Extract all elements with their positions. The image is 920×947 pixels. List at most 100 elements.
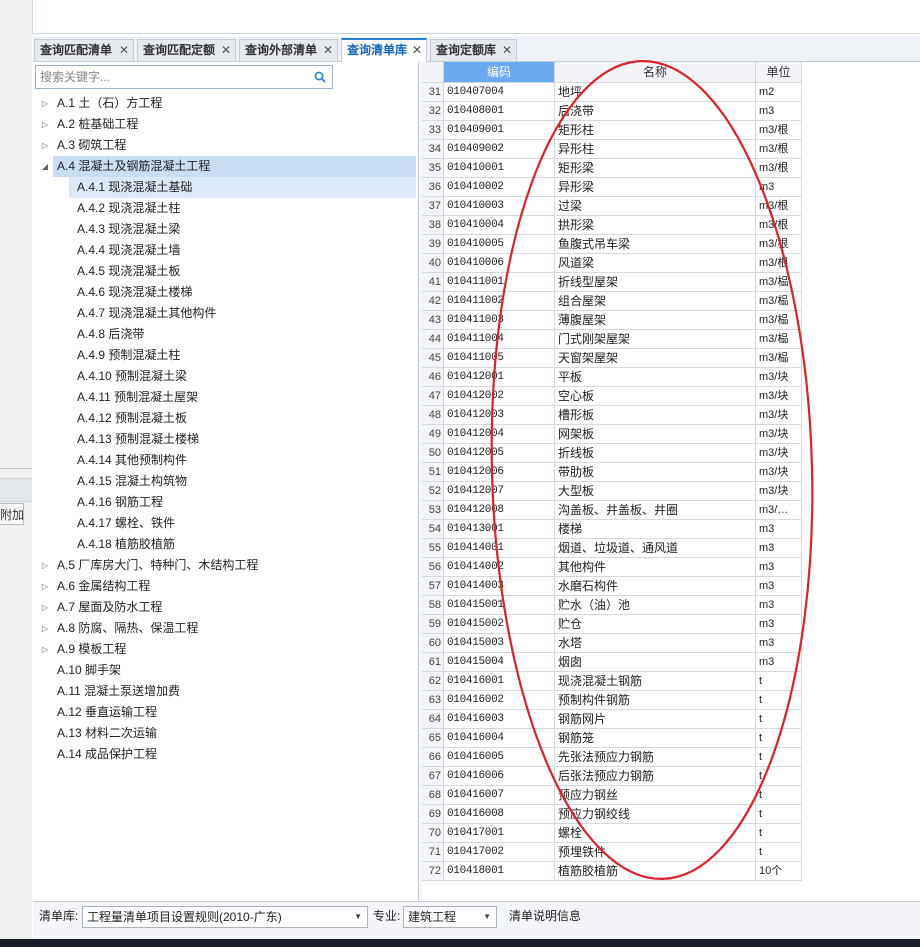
tree-item[interactable]: A.4.17 螺栓、铁件 <box>69 513 416 534</box>
close-icon[interactable]: ✕ <box>502 40 512 61</box>
tree-item[interactable]: ▷ A.3 砌筑工程 <box>42 135 416 156</box>
tree-item[interactable]: A.4.11 预制混凝土屋架 <box>69 387 416 408</box>
tree-item[interactable]: A.12 垂直运输工程 <box>53 702 416 723</box>
search-icon[interactable] <box>314 71 326 83</box>
tree-item[interactable]: A.4.18 植筋胶植筋 <box>69 534 416 555</box>
tree-item[interactable]: ▷ A.6 金属结构工程 <box>42 576 416 597</box>
tree-item[interactable]: A.4.13 预制混凝土楼梯 <box>69 429 416 450</box>
tree-item[interactable]: A.10 脚手架 <box>53 660 416 681</box>
code-column-header[interactable]: 编码 <box>444 62 555 83</box>
table-row[interactable]: 39 010410005 鱼腹式吊车梁 m3/根 <box>422 235 802 254</box>
table-row[interactable]: 52 010412007 大型板 m3/块 <box>422 482 802 501</box>
tree-item[interactable]: A.13 材料二次运输 <box>53 723 416 744</box>
table-row[interactable]: 56 010414002 其他构件 m3 <box>422 558 802 577</box>
table-row[interactable]: 59 010415002 贮仓 m3 <box>422 615 802 634</box>
expand-caret-icon[interactable]: ▷ <box>39 555 51 576</box>
table-row[interactable]: 60 010415003 水塔 m3 <box>422 634 802 653</box>
tree-item[interactable]: A.4.7 现浇混凝土其他构件 <box>69 303 416 324</box>
table-row[interactable]: 67 010416006 后张法预应力钢筋 t <box>422 767 802 786</box>
tree-item[interactable]: ▷ A.7 屋面及防水工程 <box>42 597 416 618</box>
table-row[interactable]: 38 010410004 拱形梁 m3/根 <box>422 216 802 235</box>
table-row[interactable]: 55 010414001 烟道、垃圾道、通风道 m3 <box>422 539 802 558</box>
table-row[interactable]: 64 010416003 钢筋网片 t <box>422 710 802 729</box>
close-icon[interactable]: ✕ <box>221 40 231 61</box>
collapse-caret-icon[interactable]: ◢ <box>39 156 51 177</box>
name-column-header[interactable]: 名称 <box>555 62 756 83</box>
expand-caret-icon[interactable]: ▷ <box>39 135 51 156</box>
table-row[interactable]: 33 010409001 矩形柱 m3/根 <box>422 121 802 140</box>
close-icon[interactable]: ✕ <box>323 40 333 61</box>
expand-caret-icon[interactable]: ▷ <box>39 639 51 660</box>
tree-item[interactable]: ▷ A.8 防腐、隔热、保温工程 <box>42 618 416 639</box>
table-row[interactable]: 41 010411001 折线型屋架 m3/榀 <box>422 273 802 292</box>
expand-caret-icon[interactable]: ▷ <box>39 576 51 597</box>
specialty-select[interactable]: 建筑工程 ▼ <box>403 906 497 928</box>
search-input[interactable]: 搜索关键字... <box>40 66 110 88</box>
tree-item[interactable]: A.4.14 其他预制构件 <box>69 450 416 471</box>
table-row[interactable]: 65 010416004 钢筋笼 t <box>422 729 802 748</box>
table-row[interactable]: 54 010413001 楼梯 m3 <box>422 520 802 539</box>
table-row[interactable]: 42 010411002 组合屋架 m3/榀 <box>422 292 802 311</box>
unit-column-header[interactable]: 单位 <box>756 62 802 83</box>
tree-item[interactable]: A.14 成品保护工程 <box>53 744 416 765</box>
tree-item[interactable]: A.4.2 现浇混凝土柱 <box>69 198 416 219</box>
tree-item[interactable]: A.11 混凝土泵送增加费 <box>53 681 416 702</box>
table-row[interactable]: 57 010414003 水磨石构件 m3 <box>422 577 802 596</box>
close-icon[interactable]: ✕ <box>119 40 129 61</box>
table-row[interactable]: 70 010417001 螺栓 t <box>422 824 802 843</box>
expand-caret-icon[interactable]: ▷ <box>39 618 51 639</box>
tab-external-list[interactable]: 查询外部清单 ✕ <box>239 39 338 61</box>
tree-item[interactable]: A.4.9 预制混凝土柱 <box>69 345 416 366</box>
table-row[interactable]: 48 010412003 槽形板 m3/块 <box>422 406 802 425</box>
table-row[interactable]: 40 010410006 风道梁 m3/根 <box>422 254 802 273</box>
search-box[interactable]: 搜索关键字... <box>35 65 333 89</box>
tree-item[interactable]: A.4.10 预制混凝土梁 <box>69 366 416 387</box>
tab-quota-library[interactable]: 查询定额库 ✕ <box>430 39 517 61</box>
tree-item[interactable]: A.4.8 后浇带 <box>69 324 416 345</box>
tree-item[interactable]: ▷ A.2 桩基础工程 <box>42 114 416 135</box>
list-description-link[interactable]: 清单说明信息 <box>509 902 581 930</box>
table-row[interactable]: 58 010415001 贮水（油）池 m3 <box>422 596 802 615</box>
table-row[interactable]: 47 010412002 空心板 m3/块 <box>422 387 802 406</box>
tree-item[interactable]: A.4.3 现浇混凝土梁 <box>69 219 416 240</box>
table-row[interactable]: 69 010416008 预应力钢绞线 t <box>422 805 802 824</box>
chevron-down-icon[interactable]: ▼ <box>354 907 362 927</box>
table-row[interactable]: 36 010410002 异形梁 m3 <box>422 178 802 197</box>
tree-item[interactable]: ▷ A.5 厂库房大门、特种门、木结构工程 <box>42 555 416 576</box>
table-row[interactable]: 31 010407004 地坪 m2 <box>422 83 802 102</box>
table-row[interactable]: 63 010416002 预制构件钢筋 t <box>422 691 802 710</box>
tree-item[interactable]: A.4.15 混凝土构筑物 <box>69 471 416 492</box>
table-row[interactable]: 61 010415004 烟囱 m3 <box>422 653 802 672</box>
table-row[interactable]: 44 010411004 门式刚架屋架 m3/榀 <box>422 330 802 349</box>
table-row[interactable]: 46 010412001 平板 m3/块 <box>422 368 802 387</box>
chevron-down-icon[interactable]: ▼ <box>483 907 491 927</box>
table-row[interactable]: 45 010411005 天窗架屋架 m3/榀 <box>422 349 802 368</box>
table-row[interactable]: 66 010416005 先张法预应力钢筋 t <box>422 748 802 767</box>
table-row[interactable]: 49 010412004 网架板 m3/块 <box>422 425 802 444</box>
table-row[interactable]: 50 010412005 折线板 m3/块 <box>422 444 802 463</box>
expand-caret-icon[interactable]: ▷ <box>39 114 51 135</box>
table-row[interactable]: 72 010418001 植筋胶植筋 10个 <box>422 862 802 881</box>
table-row[interactable]: 35 010410001 矩形梁 m3/根 <box>422 159 802 178</box>
tree-item[interactable]: A.4.5 现浇混凝土板 <box>69 261 416 282</box>
tree-item[interactable]: A.4.1 现浇混凝土基础 <box>69 177 416 198</box>
tree-item[interactable]: A.4.12 预制混凝土板 <box>69 408 416 429</box>
expand-caret-icon[interactable]: ▷ <box>39 597 51 618</box>
table-row[interactable]: 68 010416007 预应力钢丝 t <box>422 786 802 805</box>
tab-match-quota[interactable]: 查询匹配定额 ✕ <box>137 39 236 61</box>
table-row[interactable]: 32 010408001 后浇带 m3 <box>422 102 802 121</box>
tree-item[interactable]: ◢ A.4 混凝土及钢筋混凝土工程 <box>42 156 416 177</box>
tree-item[interactable]: ▷ A.1 土（石）方工程 <box>42 93 416 114</box>
tree-item[interactable]: A.4.4 现浇混凝土墙 <box>69 240 416 261</box>
table-row[interactable]: 37 010410003 过梁 m3/根 <box>422 197 802 216</box>
table-row[interactable]: 34 010409002 异形柱 m3/根 <box>422 140 802 159</box>
table-row[interactable]: 51 010412006 带肋板 m3/块 <box>422 463 802 482</box>
table-row[interactable]: 62 010416001 现浇混凝土钢筋 t <box>422 672 802 691</box>
table-row[interactable]: 43 010411003 薄腹屋架 m3/榀 <box>422 311 802 330</box>
tab-match-list[interactable]: 查询匹配清单 ✕ <box>34 39 134 61</box>
library-select[interactable]: 工程量清单项目设置规则(2010-广东) ▼ <box>82 906 368 928</box>
tab-list-library[interactable]: 查询清单库 ✕ <box>341 38 427 62</box>
table-row[interactable]: 53 010412008 沟盖板、井盖板、井圈 m3/… <box>422 501 802 520</box>
close-icon[interactable]: ✕ <box>412 40 422 61</box>
tree-item[interactable]: A.4.6 现浇混凝土楼梯 <box>69 282 416 303</box>
